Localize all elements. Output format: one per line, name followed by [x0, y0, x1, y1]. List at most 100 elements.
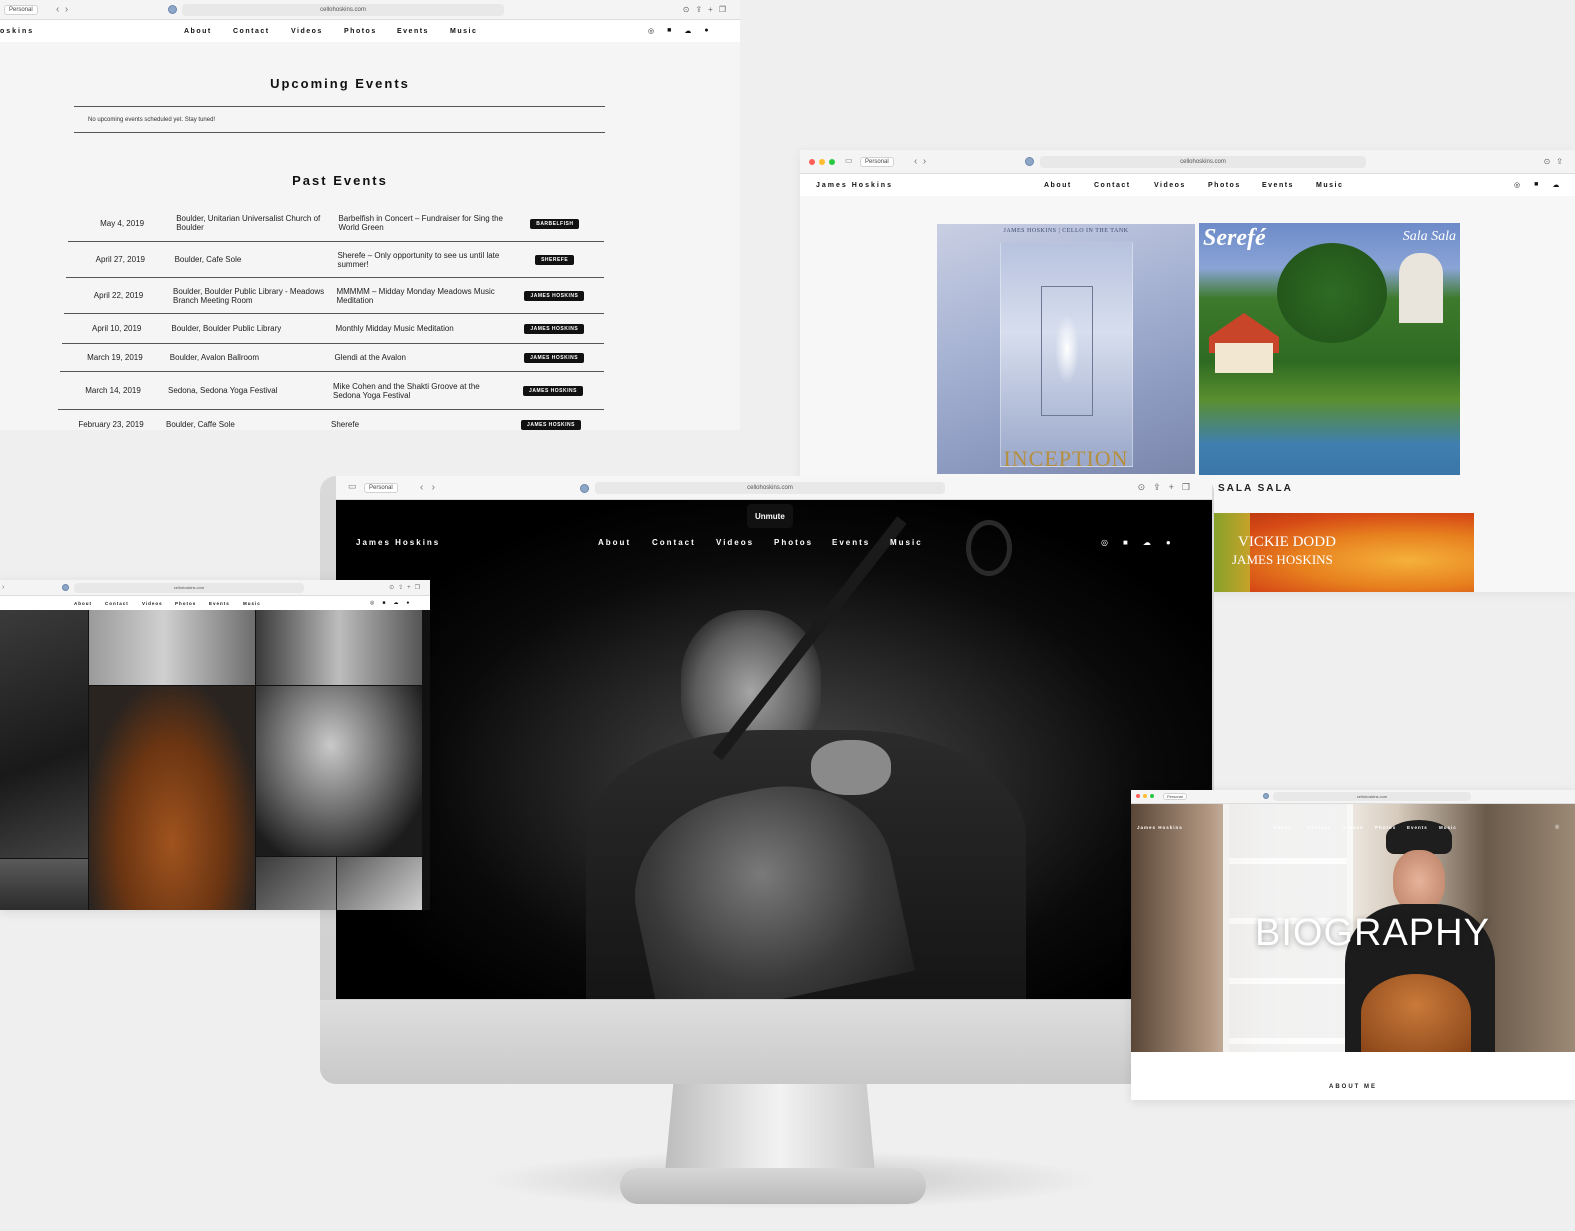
- event-row[interactable]: April 10, 2019 Boulder, Boulder Public L…: [62, 314, 604, 344]
- album-cover-serefe[interactable]: Serefé Sala Sala: [1199, 223, 1460, 475]
- back-forward-buttons[interactable]: ‹ ›: [420, 482, 435, 493]
- nav-about[interactable]: About: [598, 538, 652, 547]
- nav-videos[interactable]: Videos: [142, 601, 175, 606]
- browser-tool-icons[interactable]: ⊙⇪+❐: [683, 5, 732, 14]
- gallery-photo-bass[interactable]: [256, 610, 422, 685]
- nav-contact[interactable]: Contact: [233, 28, 291, 35]
- back-forward-buttons[interactable]: ‹ ›: [56, 4, 68, 15]
- gallery-photo-singer[interactable]: [256, 857, 336, 910]
- nav-photos[interactable]: Photos: [175, 601, 209, 606]
- address-bar[interactable]: cellohoskins.com: [74, 583, 304, 593]
- soundcloud-icon[interactable]: ☁: [1143, 538, 1151, 547]
- nav-about[interactable]: About: [184, 28, 233, 35]
- event-tag[interactable]: JAMES HOSKINS: [524, 324, 585, 334]
- site-brand[interactable]: oskins: [0, 28, 34, 35]
- nav-music[interactable]: Music: [243, 601, 269, 606]
- nav-videos[interactable]: Videos: [716, 538, 774, 547]
- event-tag[interactable]: SHEREFE: [535, 255, 575, 265]
- gallery-photo-cello-color[interactable]: [89, 686, 255, 910]
- spotify-icon[interactable]: ●: [1166, 538, 1171, 547]
- event-title[interactable]: Sherefe: [331, 420, 501, 429]
- nav-photos[interactable]: Photos: [1375, 825, 1407, 830]
- unmute-button[interactable]: Unmute: [747, 504, 793, 528]
- browser-tool-icons[interactable]: ⊙⇪+❐: [389, 584, 424, 591]
- nav-events[interactable]: Events: [832, 538, 890, 547]
- nav-contact[interactable]: Contact: [1307, 825, 1343, 830]
- nav-events[interactable]: Events: [1262, 182, 1316, 189]
- event-tag[interactable]: JAMES HOSKINS: [524, 291, 585, 301]
- nav-music[interactable]: Music: [1439, 825, 1463, 830]
- nav-contact[interactable]: Contact: [652, 538, 716, 547]
- browser-tool-icons[interactable]: ⊙⇪+❐: [1138, 482, 1198, 493]
- soundcloud-icon[interactable]: ☁: [1552, 181, 1559, 189]
- instagram-icon[interactable]: ◎: [370, 600, 374, 606]
- nav-music[interactable]: Music: [1316, 182, 1356, 189]
- nav-videos[interactable]: Videos: [291, 28, 344, 35]
- site-brand[interactable]: James Hoskins: [1137, 825, 1183, 830]
- gallery-photo-band[interactable]: [89, 610, 255, 685]
- event-tag[interactable]: JAMES HOSKINS: [521, 419, 581, 430]
- nav-contact[interactable]: Contact: [1094, 182, 1154, 189]
- address-bar[interactable]: cellohoskins.com: [182, 4, 504, 16]
- soundcloud-icon[interactable]: ☁: [393, 600, 398, 606]
- facebook-icon[interactable]: ■: [382, 600, 385, 606]
- sidebar-icon[interactable]: ▭: [348, 481, 357, 492]
- site-brand[interactable]: James Hoskins: [816, 182, 893, 189]
- nav-videos[interactable]: Videos: [1343, 825, 1375, 830]
- facebook-icon[interactable]: ■: [1123, 538, 1128, 547]
- album-cover-inception[interactable]: JAMES HOSKINS | CELLO IN THE TANK INCEPT…: [937, 224, 1195, 474]
- album-cover-vickie-dodd[interactable]: VICKIE DODD JAMES HOSKINS: [1210, 513, 1474, 592]
- profile-button[interactable]: Personal: [860, 156, 894, 167]
- event-tag[interactable]: JAMES HOSKINS: [523, 386, 583, 396]
- gallery-photo-bouzouki[interactable]: [256, 686, 422, 856]
- address-bar[interactable]: cellohoskins.com: [1273, 792, 1471, 801]
- nav-photos[interactable]: Photos: [1208, 182, 1262, 189]
- event-title[interactable]: Barbelfish in Concert – Fundraiser for S…: [338, 214, 505, 232]
- event-row[interactable]: March 19, 2019 Boulder, Avalon Ballroom …: [60, 344, 604, 372]
- nav-events[interactable]: Events: [209, 601, 243, 606]
- gallery-photo-drums[interactable]: [337, 857, 422, 910]
- address-bar[interactable]: cellohoskins.com: [595, 482, 945, 494]
- profile-button[interactable]: Personal: [4, 4, 38, 15]
- gallery-photo-floor[interactable]: [0, 859, 88, 910]
- album-caption[interactable]: SALA SALA: [1218, 483, 1293, 494]
- site-brand[interactable]: James Hoskins: [356, 538, 440, 547]
- profile-button[interactable]: Personal: [364, 482, 398, 493]
- gallery-photo-room[interactable]: [0, 610, 88, 858]
- address-bar[interactable]: cellohoskins.com: [1040, 156, 1366, 168]
- nav-contact[interactable]: Contact: [105, 601, 142, 606]
- nav-about[interactable]: About: [1273, 825, 1307, 830]
- nav-events[interactable]: Events: [1407, 825, 1439, 830]
- back-forward-buttons[interactable]: ›: [2, 584, 4, 591]
- spotify-icon[interactable]: ●: [406, 600, 409, 606]
- instagram-icon[interactable]: ◎: [1101, 538, 1108, 547]
- event-title[interactable]: Sherefe – Only opportunity to see us unt…: [337, 251, 505, 269]
- event-title[interactable]: Glendi at the Avalon: [335, 353, 505, 362]
- event-row[interactable]: April 27, 2019 Boulder, Cafe Sole Sheref…: [66, 242, 604, 278]
- spotify-icon[interactable]: ●: [704, 27, 708, 35]
- facebook-icon[interactable]: ■: [667, 27, 671, 35]
- nav-photos[interactable]: Photos: [774, 538, 832, 547]
- window-controls[interactable]: [1136, 794, 1154, 798]
- nav-videos[interactable]: Videos: [1154, 182, 1208, 189]
- event-tag[interactable]: BARBELFISH: [530, 218, 580, 229]
- nav-events[interactable]: Events: [397, 28, 450, 35]
- event-row[interactable]: May 4, 2019 Boulder, Unitarian Universal…: [68, 205, 604, 242]
- nav-about[interactable]: About: [1044, 182, 1094, 189]
- back-forward-buttons[interactable]: ‹ ›: [914, 156, 926, 167]
- nav-about[interactable]: About: [74, 601, 105, 606]
- event-row[interactable]: March 14, 2019 Sedona, Sedona Yoga Festi…: [58, 372, 604, 410]
- event-title[interactable]: MMMMM – Midday Monday Meadows Music Medi…: [336, 287, 504, 305]
- window-controls[interactable]: [809, 159, 835, 165]
- instagram-icon[interactable]: ◎: [648, 27, 654, 35]
- nav-music[interactable]: Music: [450, 28, 490, 35]
- facebook-icon[interactable]: ■: [1534, 181, 1538, 189]
- nav-photos[interactable]: Photos: [344, 28, 397, 35]
- instagram-icon[interactable]: ◎: [1514, 181, 1520, 189]
- event-row[interactable]: February 23, 2019 Boulder, Caffe Sole Sh…: [56, 410, 604, 430]
- instagram-icon[interactable]: ◎: [1555, 824, 1559, 830]
- profile-button[interactable]: Personal: [1163, 793, 1187, 800]
- sidebar-icon[interactable]: ▭: [845, 156, 853, 165]
- event-tag[interactable]: JAMES HOSKINS: [524, 353, 585, 363]
- soundcloud-icon[interactable]: ☁: [684, 27, 691, 35]
